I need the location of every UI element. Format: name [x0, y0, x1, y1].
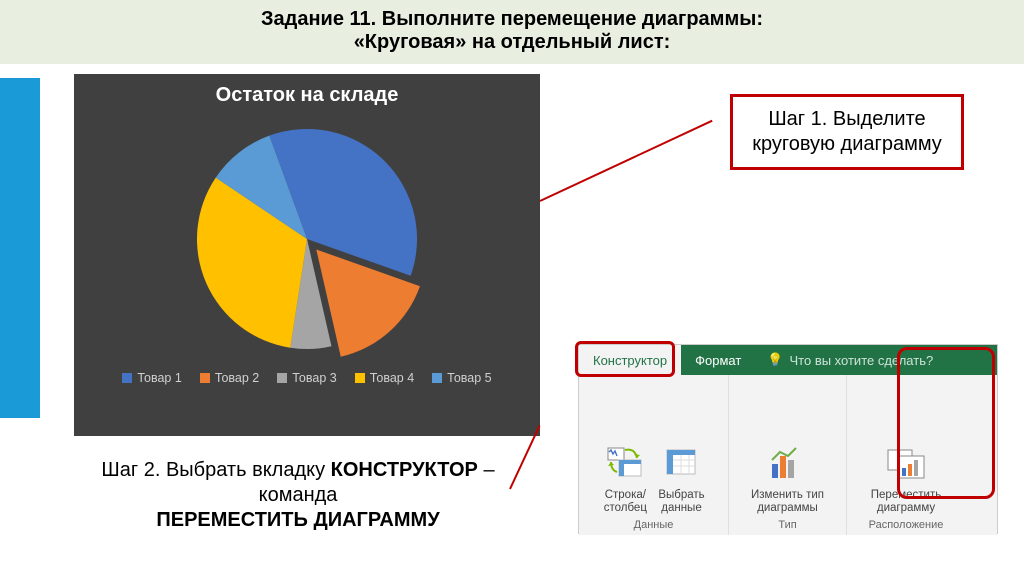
step2-part1: Выбрать вкладку [166, 459, 331, 481]
step1-prefix: Шаг 1. [768, 108, 833, 130]
legend-label: Товар 2 [215, 371, 259, 385]
chart-legend: Товар 1 Товар 2 Товар 3 Товар 4 Товар 5 [74, 359, 540, 395]
legend-label: Товар 5 [447, 371, 491, 385]
change-chart-type-button[interactable]: Изменить тип диаграммы [747, 439, 828, 515]
change-chart-type-icon [765, 439, 811, 485]
tell-me-search[interactable]: 💡 Что вы хотите сделать? [755, 345, 947, 375]
ribbon-tabs: Конструктор Формат 💡 Что вы хотите сдела… [579, 345, 997, 375]
tab-format-label: Формат [695, 353, 741, 368]
legend-label: Товар 4 [370, 371, 414, 385]
legend-item: Товар 4 [355, 371, 414, 385]
lightbulb-icon: 💡 [767, 352, 783, 368]
select-data-icon [658, 439, 704, 485]
step2-bold2: ПЕРЕМЕСТИТЬ ДИАГРАММУ [156, 509, 439, 531]
group-type: Изменить тип диаграммы Тип [729, 375, 847, 535]
legend-item: Товар 2 [200, 371, 259, 385]
select-data-l2: данные [661, 502, 701, 515]
legend-item: Товар 3 [277, 371, 336, 385]
switch-rc-l2: столбец [604, 502, 647, 515]
legend-swatch [122, 373, 132, 383]
group-type-label: Тип [778, 519, 796, 531]
pie-chart [177, 119, 437, 359]
move-chart-button[interactable]: Переместить диаграмму [867, 439, 945, 515]
legend-swatch [355, 373, 365, 383]
chart-title: Остаток на складе [74, 74, 540, 115]
select-data-button[interactable]: Выбрать данные [654, 439, 708, 515]
legend-swatch [277, 373, 287, 383]
excel-ribbon: Конструктор Формат 💡 Что вы хотите сдела… [578, 344, 998, 534]
accent-stripe [0, 78, 40, 418]
callout-line-step1 [540, 120, 713, 202]
change-type-l1: Изменить тип [751, 489, 824, 502]
switch-row-column-icon [602, 439, 648, 485]
task-title-line1: Задание 11. Выполните перемещение диагра… [0, 8, 1024, 31]
legend-item: Товар 5 [432, 371, 491, 385]
move-chart-l2: диаграмму [877, 502, 935, 515]
group-location-label: Расположение [869, 519, 944, 531]
step2-callout: Шаг 2. Выбрать вкладку КОНСТРУКТОР – ком… [90, 454, 506, 537]
tab-designer-label: Конструктор [593, 353, 667, 368]
move-chart-icon [883, 439, 929, 485]
legend-swatch [200, 373, 210, 383]
legend-label: Товар 3 [292, 371, 336, 385]
move-chart-l1: Переместить [871, 489, 941, 502]
task-title-line2: «Круговая» на отдельный лист: [0, 31, 1024, 54]
step1-callout: Шаг 1. Выделите круговую диаграмму [730, 94, 964, 170]
switch-row-column-button[interactable]: Строка/ столбец [598, 439, 652, 515]
legend-swatch [432, 373, 442, 383]
tab-format[interactable]: Формат [681, 345, 755, 375]
ribbon-body: Строка/ столбец [579, 375, 997, 535]
change-type-l2: диаграммы [757, 502, 818, 515]
legend-item: Товар 1 [122, 371, 181, 385]
group-data: Строка/ столбец [579, 375, 729, 535]
legend-label: Товар 1 [137, 371, 181, 385]
tell-me-placeholder: Что вы хотите сделать? [790, 353, 934, 368]
step2-prefix: Шаг 2. [101, 459, 166, 481]
switch-rc-l1: Строка/ [605, 489, 646, 502]
group-location: Переместить диаграмму Расположение [847, 375, 965, 535]
pie-chart-panel[interactable]: Остаток на складе Товар 1Товар 2Товар 3Т… [74, 74, 540, 436]
task-header: Задание 11. Выполните перемещение диагра… [0, 0, 1024, 64]
group-data-label: Данные [634, 519, 674, 531]
tab-designer[interactable]: Конструктор [579, 345, 681, 375]
step2-bold1: КОНСТРУКТОР [331, 459, 478, 481]
select-data-l1: Выбрать [658, 489, 704, 502]
